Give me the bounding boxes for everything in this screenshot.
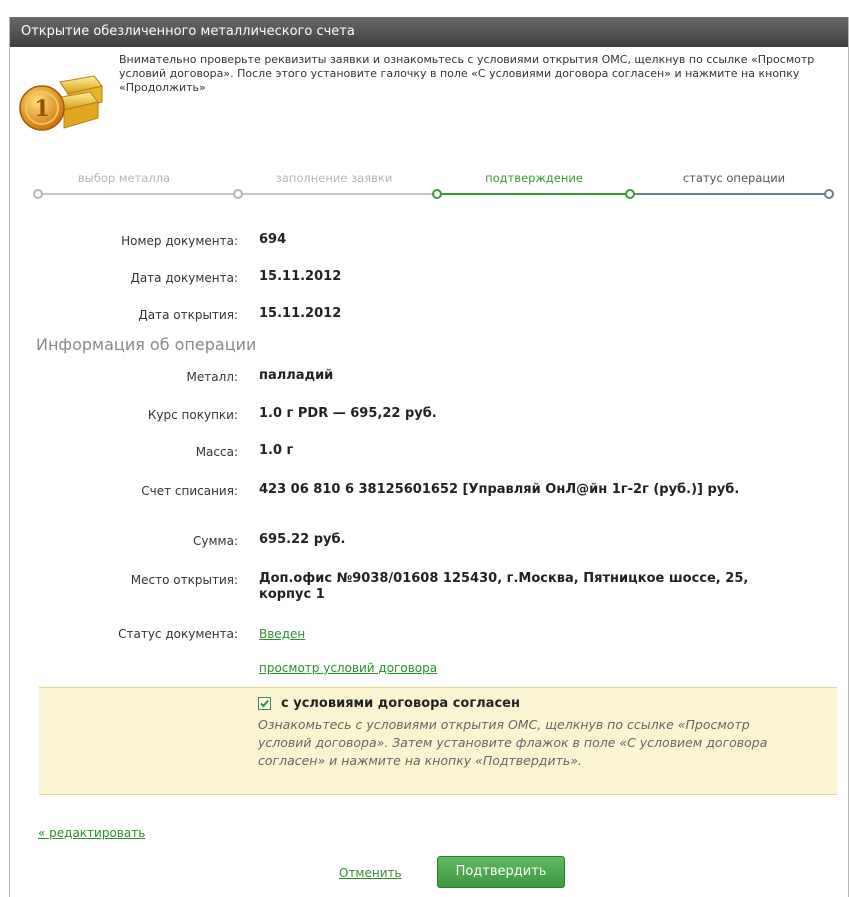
doc-date-value: 15.11.2012: [259, 269, 342, 284]
account-label: Счет списания:: [141, 484, 238, 498]
rate-value: 1.0 г PDR — 695,22 руб.: [259, 406, 437, 421]
step-dot: [824, 189, 834, 199]
terms-link[interactable]: просмотр условий договора: [259, 661, 437, 675]
step-label-metal: выбор металла: [77, 171, 171, 185]
mass-label: Масса:: [195, 445, 238, 459]
open-date-label: Дата открытия:: [138, 308, 238, 322]
metal-value: палладий: [259, 368, 334, 383]
step-label-confirmation: подтверждение: [485, 171, 583, 185]
agree-checkbox[interactable]: [258, 697, 271, 710]
step-label-status: статус операции: [682, 171, 786, 185]
doc-date-label: Дата документа:: [130, 271, 238, 285]
place-value: Доп.офис №9038/01608 125430, г.Москва, П…: [259, 571, 749, 602]
step-line-pending: [630, 193, 828, 195]
open-date-value: 15.11.2012: [259, 306, 342, 321]
mass-value: 1.0 г: [259, 443, 294, 458]
cancel-link[interactable]: Отменить: [339, 866, 402, 880]
confirm-button[interactable]: Подтвердить: [437, 856, 565, 888]
edit-link[interactable]: « редактировать: [38, 826, 145, 840]
window-title: Открытие обезличенного металлического сч…: [10, 17, 848, 47]
doc-number-label: Номер документа:: [121, 234, 238, 248]
agree-hint: Ознакомьтесь с условиями открытия ОМС, щ…: [258, 717, 768, 768]
step-dot: [33, 189, 43, 199]
step-dot: [625, 189, 635, 199]
metal-label: Металл:: [186, 370, 238, 384]
intro-text: Внимательно проверьте реквизиты заявки и…: [119, 53, 815, 94]
sum-label: Сумма:: [193, 534, 238, 548]
step-line-active: [436, 193, 630, 195]
status-link[interactable]: Введен: [259, 627, 305, 641]
rate-label: Курс покупки:: [147, 408, 238, 422]
progress-steps: выбор металла заполнение заявки подтверж…: [24, 163, 834, 203]
svg-text:1: 1: [34, 96, 49, 122]
account-value: 423 06 810 6 38125601652 [Управляй ОнЛ@й…: [259, 482, 740, 497]
step-label-application: заполнение заявки: [275, 171, 393, 185]
check-icon: [260, 699, 269, 708]
sum-value: 695.22 руб.: [259, 532, 346, 547]
place-label: Место открытия:: [130, 573, 238, 587]
step-dot: [233, 189, 243, 199]
doc-number-value: 694: [259, 232, 287, 247]
step-dot: [432, 189, 442, 199]
agree-label: с условиями договора согласен: [281, 696, 520, 711]
section-title: Информация об операции: [36, 335, 257, 354]
gold-bars-coin-icon: 1: [19, 75, 103, 131]
status-label: Статус документа:: [118, 627, 238, 641]
